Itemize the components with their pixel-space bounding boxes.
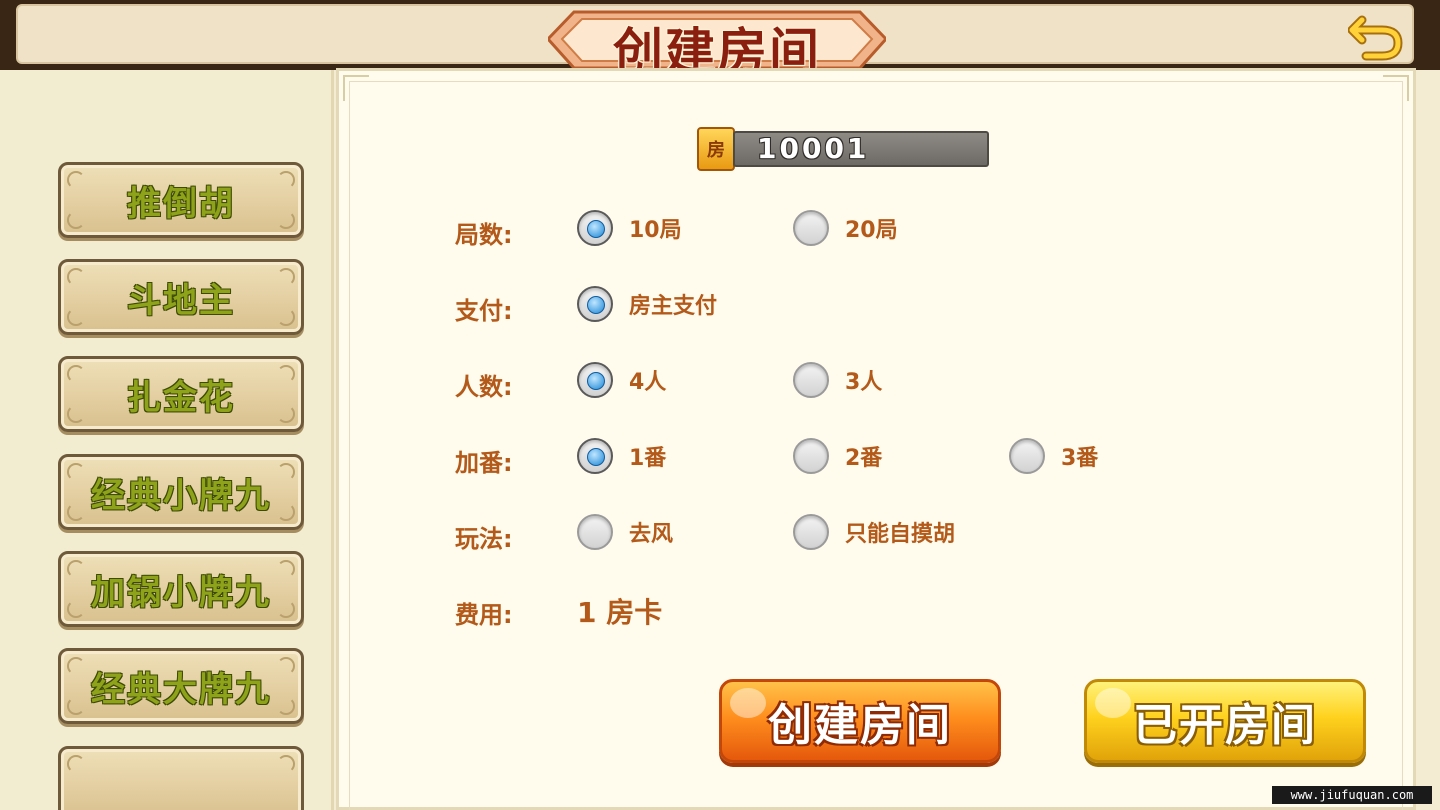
bonus-option-3[interactable]: 3番	[1009, 437, 1098, 475]
opened-rooms-button[interactable]: 已开房间	[1084, 679, 1366, 763]
title-plaque: 创建房间	[548, 6, 886, 81]
sidebar-item-classic-small-paigow[interactable]: 经典小牌九	[58, 454, 304, 530]
radio-unselected[interactable]	[1009, 438, 1045, 474]
sidebar-item-label: 扎金花	[127, 377, 235, 418]
radio-unselected[interactable]	[793, 210, 829, 246]
players-option-3[interactable]: 3人	[793, 361, 882, 399]
rules-option-no-wind[interactable]: 去风	[577, 513, 673, 551]
sidebar-item-label: 斗地主	[127, 280, 235, 321]
sidebar-item-doudizhu[interactable]: 斗地主	[58, 259, 304, 335]
game-type-sidebar: 推倒胡 斗地主 扎金花 经典小牌九 加锅小牌九 经典大牌九	[0, 70, 334, 810]
radio-selected[interactable]	[577, 210, 613, 246]
room-settings-panel: 房 10001 局数: 10局 20局 支付: 房主支付 人数: 4人 3人 加…	[336, 68, 1416, 810]
rules-option-self-draw-only[interactable]: 只能自摸胡	[793, 513, 955, 551]
bonus-option-2[interactable]: 2番	[793, 437, 882, 475]
back-button[interactable]	[1347, 10, 1406, 62]
rounds-option-10[interactable]: 10局	[577, 209, 682, 247]
cost-label: 费用:	[455, 601, 513, 629]
room-card-icon: 房	[697, 127, 735, 171]
room-number-display: 房 10001	[697, 127, 989, 171]
opened-rooms-button-label: 已开房间	[1133, 700, 1317, 751]
rounds-option-20[interactable]: 20局	[793, 209, 898, 247]
sidebar-item-tuidaohu[interactable]: 推倒胡	[58, 162, 304, 238]
payment-option-host[interactable]: 房主支付	[577, 285, 717, 323]
sidebar-item-classic-big-paigow[interactable]: 经典大牌九	[58, 648, 304, 724]
rounds-label: 局数:	[455, 221, 513, 249]
radio-unselected[interactable]	[793, 362, 829, 398]
bonus-option-1[interactable]: 1番	[577, 437, 666, 475]
sidebar-item-partial[interactable]	[58, 746, 304, 810]
corner-ornament	[1383, 75, 1409, 101]
payment-label: 支付:	[455, 297, 513, 325]
rules-label: 玩法:	[455, 525, 513, 553]
radio-unselected[interactable]	[793, 514, 829, 550]
create-room-button[interactable]: 创建房间	[719, 679, 1001, 763]
sidebar-item-zhajinhua[interactable]: 扎金花	[58, 356, 304, 432]
sidebar-item-label: 加锅小牌九	[91, 572, 271, 613]
watermark: www.jiufuquan.com	[1272, 786, 1432, 804]
players-option-4[interactable]: 4人	[577, 361, 666, 399]
sidebar-item-label	[61, 749, 301, 810]
sidebar-item-label: 经典小牌九	[91, 475, 271, 516]
top-bar: 创建房间	[0, 0, 1440, 81]
sidebar-item-label: 经典大牌九	[91, 669, 271, 710]
create-room-button-label: 创建房间	[768, 700, 952, 751]
back-arrow-icon	[1347, 15, 1403, 61]
radio-selected[interactable]	[577, 438, 613, 474]
sidebar-item-jiaguo-small-paigow[interactable]: 加锅小牌九	[58, 551, 304, 627]
sidebar-item-label: 推倒胡	[127, 183, 235, 224]
bonus-label: 加番:	[455, 449, 513, 477]
players-label: 人数:	[455, 373, 513, 401]
cost-value: 1 房卡	[577, 596, 663, 629]
corner-ornament	[343, 75, 369, 101]
radio-unselected[interactable]	[793, 438, 829, 474]
radio-selected[interactable]	[577, 362, 613, 398]
radio-selected[interactable]	[577, 286, 613, 322]
room-number: 10001	[733, 131, 989, 167]
radio-unselected[interactable]	[577, 514, 613, 550]
